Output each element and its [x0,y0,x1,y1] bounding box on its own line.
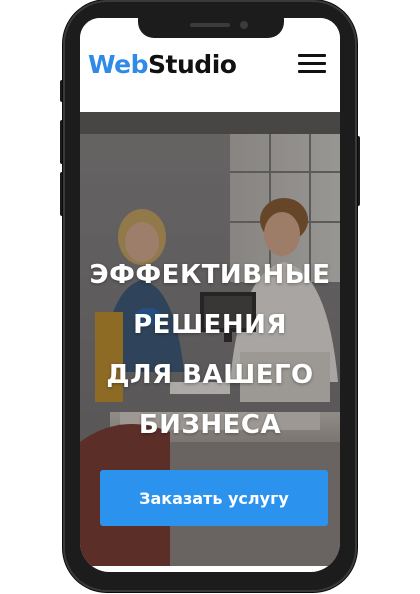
hero-headline-line-4: БИЗНЕСА [138,410,282,440]
earpiece-speaker [190,23,230,27]
logo-web-text: Web [88,50,149,79]
order-service-button[interactable]: Заказать услугу [100,470,328,526]
screen-bottom-strip [80,566,340,572]
hero-headline-line-3: ДЛЯ ВАШЕГО [106,360,314,390]
menu-line-middle [298,62,326,65]
front-camera-icon [240,21,248,29]
menu-line-bottom [298,70,326,73]
hamburger-menu-icon[interactable] [298,54,326,74]
site-logo[interactable]: WebStudio [88,50,237,79]
phone-screen: WebStudio ЭФФЕКТИВНЫЕ РЕШЕНИЯ ДЛЯ ВАШЕГО… [80,18,340,572]
hero-headline-line-2: РЕШЕНИЯ [133,310,287,340]
logo-studio-text: Studio [148,50,237,79]
menu-line-top [298,54,326,57]
hero-section: ЭФФЕКТИВНЫЕ РЕШЕНИЯ ДЛЯ ВАШЕГО БИЗНЕСА З… [80,112,340,572]
hero-headline-line-1: ЭФФЕКТИВНЫЕ [89,260,331,290]
hero-headline: ЭФФЕКТИВНЫЕ РЕШЕНИЯ ДЛЯ ВАШЕГО БИЗНЕСА [80,250,340,450]
